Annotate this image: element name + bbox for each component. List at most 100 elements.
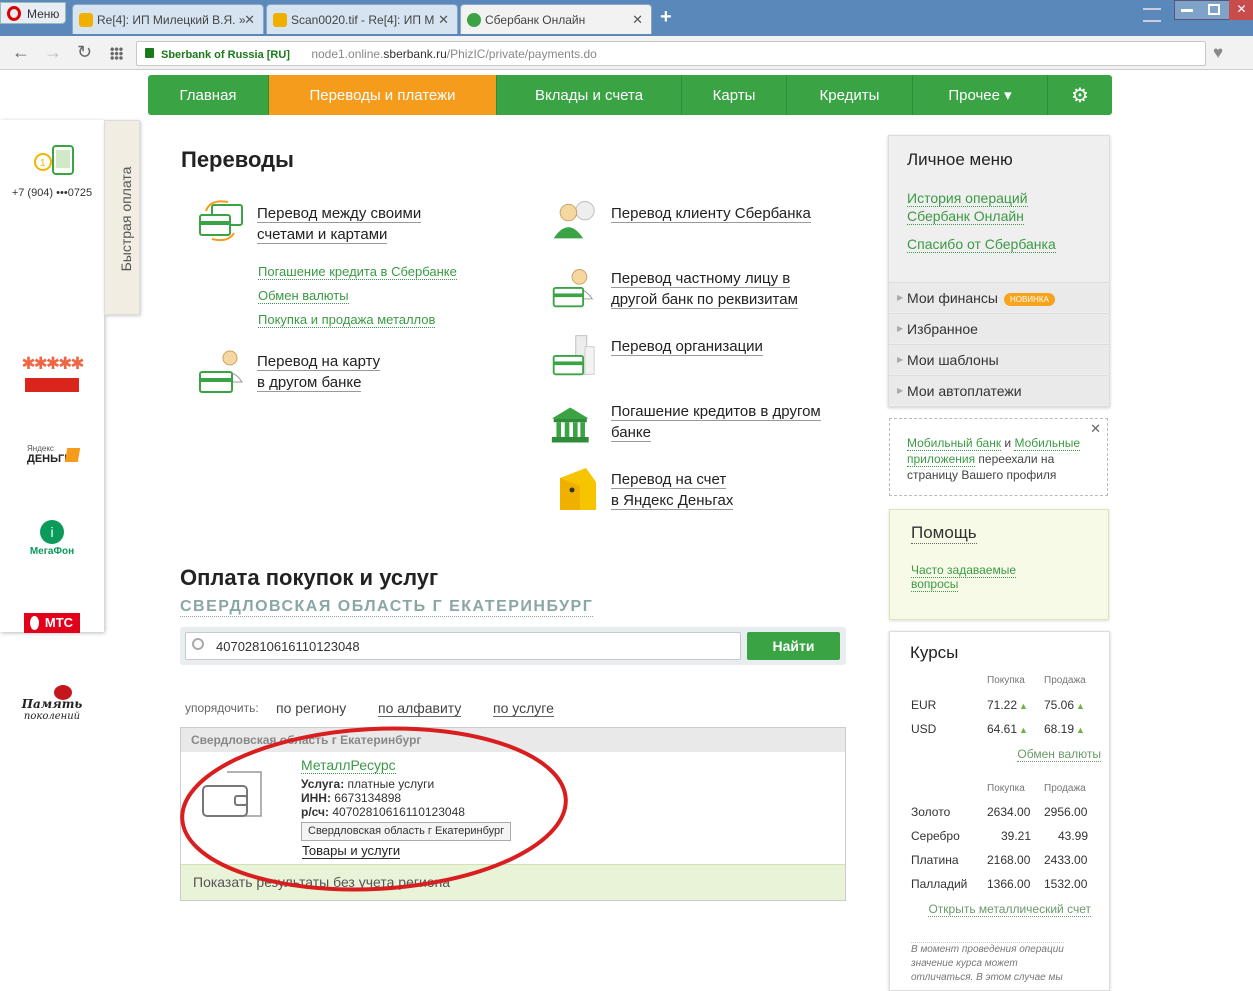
autopayments-row[interactable]: ▶ Мои автоплатежи	[889, 375, 1109, 405]
quick-pay-tab[interactable]: Быстрая оплата	[104, 120, 140, 315]
mobile-bank-link[interactable]: Мобильный банк	[907, 436, 1002, 451]
history-link[interactable]: История операций Сбербанк Онлайн	[907, 189, 1028, 225]
currency-buy: 64.61 ▲	[987, 722, 1028, 736]
spasibo-link[interactable]: Спасибо от Сбербанка	[907, 235, 1056, 253]
browser-tab-mail[interactable]: Re[4]: ИП Милецкий В.Я. » ✕	[72, 4, 264, 34]
wallet-icon	[202, 771, 262, 817]
quickpay-megafon[interactable]: i МегаФон	[0, 520, 104, 557]
result-region-button[interactable]: Свердловская область г Екатеринбург	[301, 822, 512, 841]
nav-transfers-payments[interactable]: Переводы и платежи	[269, 75, 497, 115]
metal-buy: 2634.00	[987, 805, 1031, 819]
nav-home[interactable]: Главная	[148, 75, 269, 115]
sort-by-service[interactable]: по услуге	[493, 700, 554, 717]
currency-name: EUR	[911, 698, 937, 712]
help-box: Помощь Часто задаваемые вопросы	[889, 509, 1109, 620]
metal-name: Серебро	[911, 829, 960, 843]
templates-row[interactable]: ▶ Мои шаблоны	[889, 344, 1109, 374]
mobile-apps-link[interactable]: Мобильные	[1014, 436, 1081, 451]
transfer-card-other-bank[interactable]: Перевод на карту в другом банке	[257, 351, 381, 393]
currency-sell: 68.19 ▲	[1044, 722, 1085, 736]
browser-tab-scan[interactable]: Scan0020.tif - Re[4]: ИП М ✕	[266, 4, 458, 34]
carnation-icon	[54, 685, 72, 700]
rates-note: В момент проведения операции значение кур…	[911, 942, 1064, 983]
quickpay-charity[interactable]: ✱✱✱✱✱	[0, 354, 104, 392]
main-navigation: Главная Переводы и платежи Вклады и счет…	[148, 75, 1112, 115]
own-accounts-icon	[199, 200, 243, 242]
faq-link[interactable]: Часто задаваемые вопросы	[911, 563, 1017, 592]
close-tab-icon[interactable]: ✕	[438, 12, 449, 28]
chevron-right-icon: ▶	[897, 386, 904, 395]
sort-by-alphabet[interactable]: по алфавиту	[378, 700, 462, 717]
quickpay-pamyat[interactable]: Память поколений	[0, 683, 104, 722]
quickpay-phone[interactable]: 1 +7 (904) •••0725	[0, 144, 104, 199]
result-category[interactable]: Товары и услуги	[302, 843, 401, 859]
new-tab-button[interactable]: +	[660, 6, 672, 29]
sublink-repay-credit[interactable]: Погашение кредита в Сбербанке	[258, 264, 457, 280]
transfer-sberbank-client[interactable]: Перевод клиенту Сбербанка	[611, 203, 811, 224]
quickpay-mts[interactable]: МТС	[0, 613, 104, 633]
my-finances-row[interactable]: ▶ Мои финансы НОВИНКА	[889, 282, 1109, 312]
tab-menu-icon[interactable]	[1143, 8, 1161, 22]
sort-by-region[interactable]: по региону	[276, 700, 346, 716]
currency-buy: 71.22 ▲	[987, 698, 1028, 712]
favorites-row[interactable]: ▶ Избранное	[889, 313, 1109, 343]
heart-bookmark-icon[interactable]: ♥	[1213, 43, 1223, 63]
metal-name: Палладий	[911, 877, 968, 891]
address-bar[interactable]: Sberbank of Russia [RU] node1.online.sbe…	[136, 41, 1206, 66]
up-arrow-icon: ▲	[1076, 701, 1085, 711]
back-icon[interactable]: ←	[12, 42, 30, 63]
find-button[interactable]: Найти	[747, 632, 840, 660]
metal-buy: 2168.00	[987, 853, 1031, 867]
nav-other[interactable]: Прочее ▾	[913, 75, 1048, 115]
settings-gear-icon[interactable]: ⚙	[1048, 75, 1112, 115]
close-tab-icon[interactable]: ✕	[632, 12, 643, 28]
browser-tab-sberbank[interactable]: Сбербанк Онлайн ✕	[460, 4, 652, 34]
metal-account-link[interactable]: Открыть металлический счет	[928, 900, 1091, 918]
close-window-icon[interactable]: ✕	[1229, 0, 1253, 20]
help-title[interactable]: Помощь	[911, 523, 977, 544]
search-input[interactable]: 40702810616110123048	[185, 632, 741, 660]
sell-header: Продажа	[1044, 783, 1086, 794]
lock-icon	[145, 48, 154, 58]
forward-icon[interactable]: →	[44, 42, 62, 63]
yandex-wallet-icon	[64, 448, 81, 462]
browser-menu-button[interactable]: Меню	[0, 2, 66, 24]
minimize-icon[interactable]	[1181, 9, 1193, 12]
sberbank-client-icon	[553, 201, 595, 239]
metal-buy: 1366.00	[987, 877, 1031, 891]
region-selector[interactable]: СВЕРДЛОВСКАЯ ОБЛАСТЬ Г ЕКАТЕРИНБУРГ	[180, 598, 594, 617]
close-tab-icon[interactable]: ✕	[244, 12, 255, 28]
result-org-name[interactable]: МеталлРесурс	[301, 757, 396, 774]
quickpay-yandex[interactable]: Яндекс ДЕНЬГИ	[0, 444, 104, 465]
transfer-private-person[interactable]: Перевод частному лицу в другой банк по ре…	[611, 268, 798, 310]
transfer-own-accounts[interactable]: Перевод между своими счетами и картами	[257, 203, 422, 245]
nav-cards[interactable]: Карты	[682, 75, 787, 115]
transfer-organization[interactable]: Перевод организации	[611, 336, 763, 357]
charity-logo-icon	[25, 378, 79, 392]
speed-dial-icon[interactable]	[110, 47, 123, 60]
nav-deposits[interactable]: Вклады и счета	[497, 75, 682, 115]
private-person-icon	[552, 269, 594, 308]
chevron-right-icon: ▶	[897, 355, 904, 364]
metal-sell: 43.99	[1058, 829, 1089, 843]
sublink-currency-exchange[interactable]: Обмен валюты	[258, 288, 349, 304]
search-box: 40702810616110123048 Найти	[180, 627, 846, 665]
nav-credits[interactable]: Кредиты	[787, 75, 913, 115]
maximize-icon[interactable]	[1208, 4, 1220, 15]
show-without-region[interactable]: Показать результаты без учета региона	[181, 864, 845, 900]
card-other-bank-icon	[199, 350, 243, 393]
reload-icon[interactable]: ↻	[77, 42, 92, 63]
transfer-repay-other-bank[interactable]: Погашение кредитов в другом банке	[611, 401, 821, 443]
transfer-yandex-money[interactable]: Перевод на счет в Яндекс Деньгах	[611, 469, 734, 511]
metal-sell: 2956.00	[1044, 805, 1088, 819]
buy-header: Покупка	[987, 783, 1025, 794]
security-label: Sberbank of Russia [RU]	[161, 49, 290, 61]
metal-name: Золото	[911, 805, 951, 819]
sublink-metals[interactable]: Покупка и продажа металлов	[258, 312, 436, 328]
close-notice-icon[interactable]: ✕	[1090, 421, 1101, 437]
currency-sell: 75.06 ▲	[1044, 698, 1085, 712]
exchange-link[interactable]: Обмен валюты	[1017, 745, 1101, 763]
personal-menu-title: Личное меню	[907, 150, 1013, 169]
mobile-apps-link-2[interactable]: приложения	[907, 452, 976, 467]
up-arrow-icon: ▲	[1019, 725, 1028, 735]
